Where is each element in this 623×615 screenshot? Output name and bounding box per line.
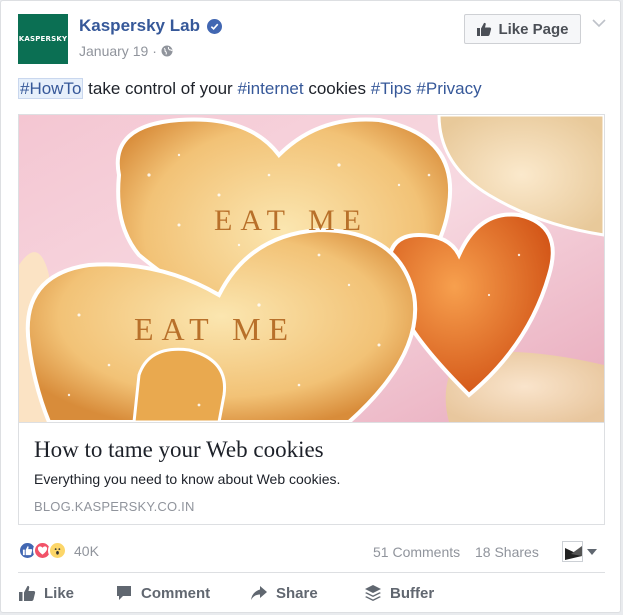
share-button[interactable]: Share bbox=[250, 584, 318, 602]
buffer-label: Buffer bbox=[390, 584, 435, 602]
post-text-segment: take control of your bbox=[83, 79, 238, 98]
comments-count-link[interactable]: 51 Comments bbox=[373, 544, 460, 560]
cookie-embossed-text-lower: EAT ME bbox=[134, 311, 296, 347]
page-thumbnail bbox=[562, 541, 583, 562]
reaction-count[interactable]: 40K bbox=[74, 543, 99, 559]
reactions-summary[interactable]: 40K bbox=[18, 541, 99, 560]
like-page-button[interactable]: Like Page bbox=[464, 14, 581, 44]
link-title[interactable]: How to tame your Web cookies bbox=[34, 437, 324, 463]
chevron-down-icon[interactable] bbox=[592, 18, 606, 28]
post-message: #HowTo take control of your #internet co… bbox=[18, 78, 482, 99]
like-label: Like bbox=[44, 584, 75, 602]
page-avatar[interactable]: KASPERSKY bbox=[18, 14, 68, 64]
share-label: Share bbox=[276, 584, 318, 602]
preview-text-area[interactable]: How to tame your Web cookies Everything … bbox=[19, 422, 604, 524]
comment-icon bbox=[117, 586, 131, 600]
cookie-embossed-text-upper: EAT ME bbox=[214, 204, 369, 237]
buffer-button[interactable]: Buffer bbox=[364, 584, 434, 602]
link-preview[interactable]: EAT ME EAT ME How to tame your Web cooki… bbox=[18, 114, 605, 525]
avatar-logo-text: KASPERSKY bbox=[18, 35, 68, 43]
comment-button[interactable]: Comment bbox=[115, 584, 210, 602]
link-domain: BLOG.KASPERSKY.CO.IN bbox=[34, 499, 195, 514]
globe-icon bbox=[161, 45, 173, 57]
buffer-stack-icon bbox=[365, 585, 381, 601]
page-name-link[interactable]: Kaspersky Lab bbox=[79, 16, 200, 36]
page-identity-selector[interactable] bbox=[562, 541, 597, 562]
share-arrow-icon bbox=[251, 586, 267, 600]
caret-down-icon bbox=[587, 548, 597, 555]
link-description: Everything you need to know about Web co… bbox=[34, 471, 341, 487]
meta-separator: · bbox=[152, 43, 157, 59]
thumbs-up-icon bbox=[477, 22, 492, 36]
preview-image[interactable]: EAT ME EAT ME bbox=[19, 115, 604, 422]
wow-reaction-icon bbox=[48, 541, 67, 560]
verified-badge-icon bbox=[207, 19, 222, 34]
post-date[interactable]: January 19 bbox=[79, 43, 148, 59]
like-page-label: Like Page bbox=[498, 20, 569, 38]
post-card: KASPERSKY Kaspersky Lab January 19 · Lik… bbox=[0, 0, 621, 613]
thumbs-up-icon bbox=[19, 585, 36, 601]
hashtag-howto[interactable]: #HowTo bbox=[18, 78, 84, 99]
hashtag-privacy[interactable]: #Privacy bbox=[416, 79, 481, 98]
comment-label: Comment bbox=[141, 584, 211, 602]
post-text-segment: cookies bbox=[303, 79, 371, 98]
shares-count-link[interactable]: 18 Shares bbox=[475, 544, 539, 560]
divider bbox=[18, 572, 605, 573]
post-meta: January 19 · bbox=[79, 43, 173, 59]
like-button[interactable]: Like bbox=[18, 584, 74, 602]
hashtag-internet[interactable]: #internet bbox=[237, 79, 303, 98]
hashtag-tips[interactable]: #Tips bbox=[371, 79, 412, 98]
